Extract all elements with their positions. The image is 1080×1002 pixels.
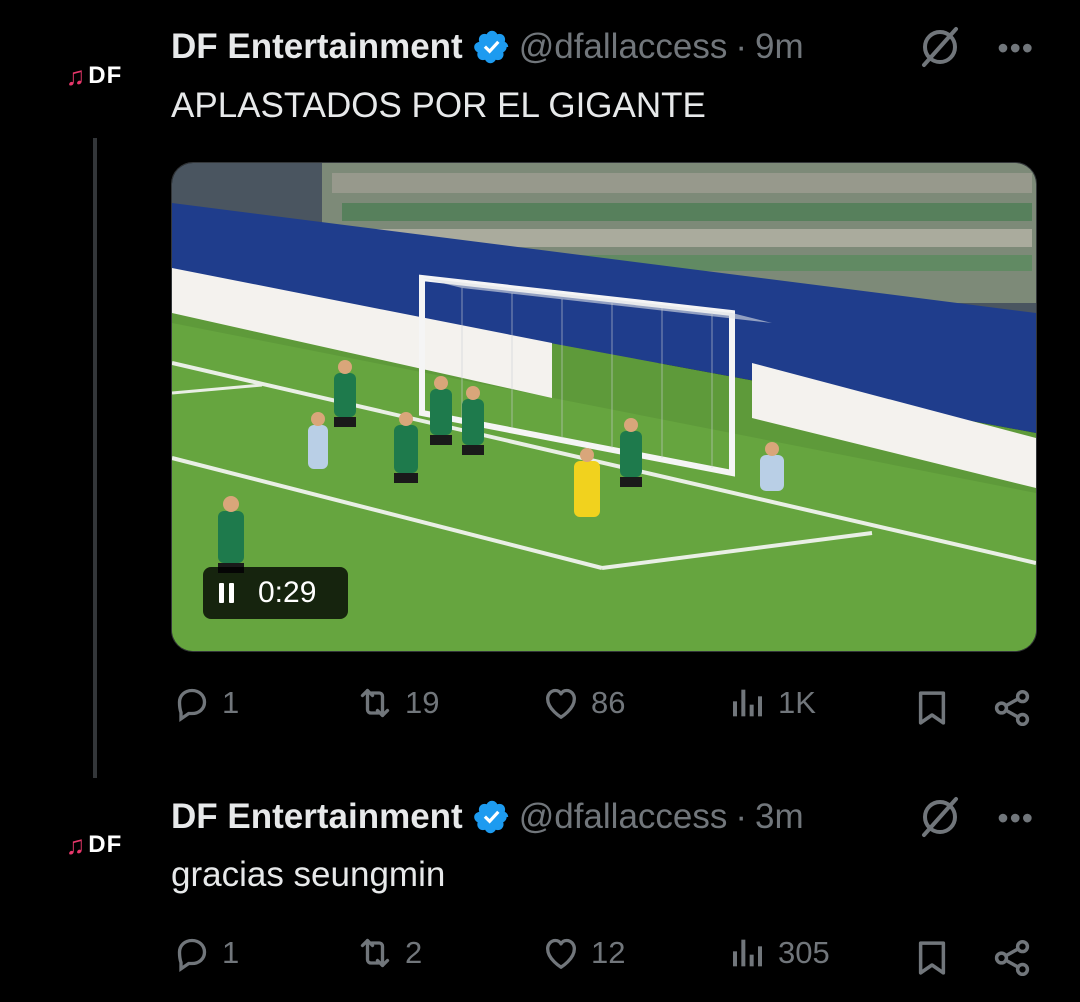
bookmark-button[interactable] — [911, 687, 953, 734]
reply-button[interactable]: 1 — [172, 933, 239, 973]
timestamp[interactable]: 3m — [755, 797, 804, 837]
tweet-header: DF Entertainment @dfallaccess · 9m — [171, 22, 804, 72]
retweet-icon — [360, 688, 390, 718]
reply-button[interactable]: 1 — [172, 683, 239, 723]
tweet-header: DF Entertainment @dfallaccess · 3m — [171, 792, 804, 842]
video-player[interactable]: 0:29 — [171, 162, 1037, 652]
more-options-icon[interactable]: ••• — [997, 800, 1034, 837]
df-logo: ♫ DF — [66, 830, 123, 861]
retweet-icon — [360, 938, 390, 968]
tweet-text: gracias seungmin — [171, 855, 446, 894]
elapsed-time: 0:29 — [258, 576, 317, 609]
bookmark-icon — [918, 691, 946, 725]
share-icon — [994, 939, 1030, 977]
avatar-text: DF — [88, 831, 123, 858]
bookmark-icon — [918, 941, 946, 975]
dancer-icon: ♫ — [65, 829, 87, 860]
retweet-count: 2 — [405, 935, 423, 970]
heart-icon — [546, 938, 576, 969]
views-count: 305 — [778, 935, 830, 970]
tweet-actions: 1 2 12 305 — [0, 933, 1080, 983]
reply-count: 1 — [222, 685, 240, 720]
tweet-actions: 1 19 86 1K — [0, 683, 1080, 733]
handle[interactable]: @dfallaccess — [519, 27, 728, 67]
retweet-count: 19 — [405, 685, 440, 720]
avatar[interactable]: ♫ DF — [46, 797, 142, 893]
thread-line — [93, 138, 97, 778]
share-icon — [994, 689, 1030, 727]
avatar-text: DF — [88, 62, 123, 89]
verified-badge-icon — [473, 800, 508, 834]
share-button[interactable] — [991, 937, 1033, 984]
views-icon — [733, 689, 762, 717]
reply-count: 1 — [222, 935, 240, 970]
reply-icon — [177, 688, 207, 723]
separator-dot: · — [735, 27, 748, 66]
grok-icon[interactable] — [918, 795, 962, 839]
df-logo: ♫ DF — [66, 61, 123, 92]
like-button[interactable]: 86 — [541, 683, 625, 723]
verified-badge-icon — [473, 30, 508, 64]
playback-chip[interactable]: 0:29 — [203, 567, 348, 619]
dancer-icon: ♫ — [65, 60, 87, 91]
avatar[interactable]: ♫ DF — [46, 28, 142, 124]
handle[interactable]: @dfallaccess — [519, 797, 728, 837]
timestamp[interactable]: 9m — [755, 27, 804, 67]
separator-dot: · — [735, 797, 748, 836]
views-button[interactable]: 305 — [728, 933, 830, 973]
bookmark-button[interactable] — [911, 937, 953, 984]
more-options-icon[interactable]: ••• — [997, 30, 1034, 67]
views-icon — [733, 939, 762, 967]
heart-icon — [546, 688, 576, 719]
like-count: 12 — [591, 935, 626, 970]
reply-icon — [177, 938, 207, 973]
display-name[interactable]: DF Entertainment — [171, 27, 463, 67]
grok-icon[interactable] — [918, 25, 962, 69]
share-button[interactable] — [991, 687, 1033, 734]
views-count: 1K — [778, 685, 816, 720]
display-name[interactable]: DF Entertainment — [171, 797, 463, 837]
tweet-text: APLASTADOS POR EL GIGANTE — [171, 86, 706, 125]
pause-icon[interactable] — [219, 583, 234, 603]
retweet-button[interactable]: 2 — [355, 933, 422, 973]
like-count: 86 — [591, 685, 626, 720]
like-button[interactable]: 12 — [541, 933, 625, 973]
retweet-button[interactable]: 19 — [355, 683, 439, 723]
views-button[interactable]: 1K — [728, 683, 816, 723]
